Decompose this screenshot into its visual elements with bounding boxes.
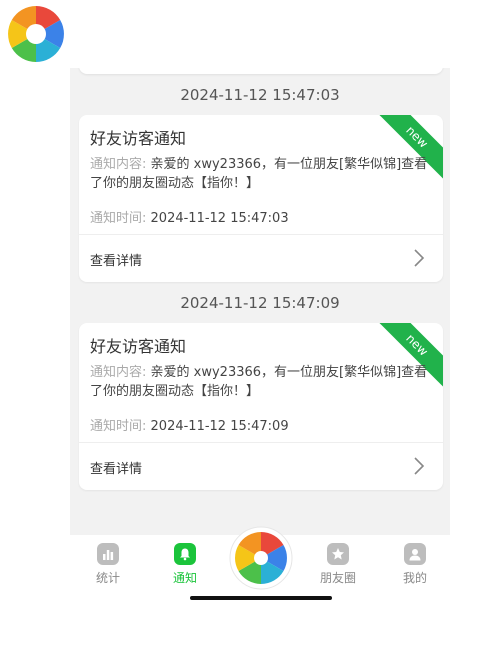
star-icon: [327, 543, 349, 565]
content-label: 通知内容:: [90, 365, 147, 380]
notice-content: 通知内容: 亲爱的 xwy23366，有一位朋友[繁华似锦]查看了你的朋友圈动态…: [90, 155, 434, 193]
notice-title: 好友访客通知: [90, 129, 187, 148]
notice-content: 通知内容: 亲爱的 xwy23366，有一位朋友[繁华似锦]查看了你的朋友圈动态…: [90, 363, 434, 401]
chevron-right-icon[interactable]: [411, 456, 427, 476]
content-label: 通知内容:: [90, 157, 147, 172]
notice-time: 通知时间: 2024-11-12 15:47:09: [90, 415, 289, 434]
tab-profile[interactable]: 我的: [385, 543, 445, 586]
tab-label: 我的: [402, 571, 427, 585]
notice-timestamp: 2024-11-12 15:47:09: [180, 294, 340, 312]
aperture-logo-icon: [5, 3, 67, 65]
time-label: 通知时间:: [90, 419, 147, 434]
notice-card[interactable]: new 好友访客通知 通知内容: 亲爱的 xwy23366，有一位朋友[繁华似锦…: [79, 323, 443, 490]
divider: [79, 234, 443, 235]
home-indicator: [190, 596, 332, 600]
notice-card[interactable]: new 好友访客通知 通知内容: 亲爱的 xwy23366，有一位朋友[繁华似锦…: [79, 115, 443, 282]
tab-label: 通知: [172, 571, 197, 585]
previous-notice-card: [79, 68, 443, 74]
time-label: 通知时间:: [90, 211, 147, 226]
notice-title: 好友访客通知: [90, 337, 187, 356]
tab-notifications[interactable]: 通知: [155, 543, 215, 586]
notice-timestamp: 2024-11-12 15:47:03: [180, 86, 340, 104]
chevron-right-icon[interactable]: [411, 248, 427, 268]
tab-moments[interactable]: 朋友圈: [308, 543, 368, 586]
view-detail-link[interactable]: 查看详情: [90, 250, 142, 269]
notice-time: 通知时间: 2024-11-12 15:47:03: [90, 207, 289, 226]
stats-icon: [97, 543, 119, 565]
view-detail-link[interactable]: 查看详情: [90, 458, 142, 477]
tab-stats[interactable]: 统计: [78, 543, 138, 586]
time-value: 2024-11-12 15:47:09: [150, 419, 289, 434]
tab-label: 朋友圈: [319, 571, 356, 585]
user-icon: [404, 543, 426, 565]
bell-icon: [174, 543, 196, 565]
tab-label: 统计: [95, 571, 120, 585]
notification-list: 2024-11-12 15:47:03 new 好友访客通知 通知内容: 亲爱的…: [70, 68, 450, 586]
divider: [79, 442, 443, 443]
aperture-logo-icon[interactable]: [229, 526, 293, 590]
time-value: 2024-11-12 15:47:03: [150, 211, 289, 226]
